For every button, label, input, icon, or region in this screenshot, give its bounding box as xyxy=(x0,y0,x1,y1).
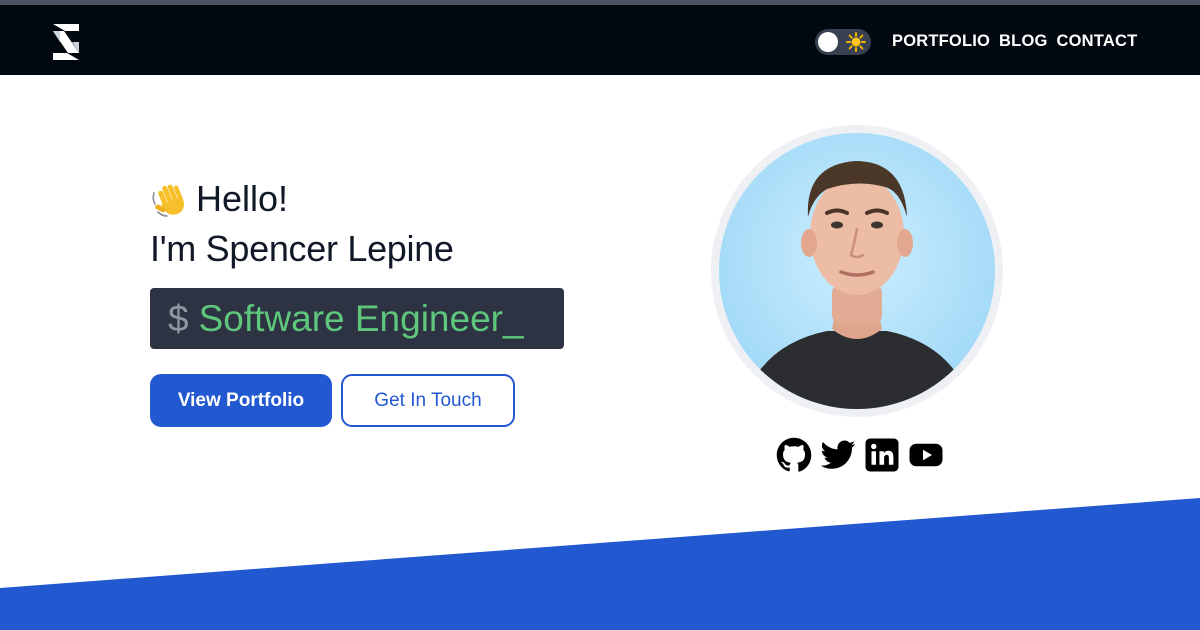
logo-icon xyxy=(53,24,79,60)
youtube-link[interactable] xyxy=(908,437,944,473)
terminal-box: $ Software Engineer_ xyxy=(150,288,564,349)
navbar: PORTFOLIO BLOG CONTACT xyxy=(0,5,1200,75)
blue-wave-band xyxy=(0,498,1200,630)
hero-section: Hello! I'm Spencer Lepine $ Software Eng… xyxy=(0,75,1200,630)
nav-links: PORTFOLIO BLOG CONTACT xyxy=(892,32,1137,51)
greeting-text: Hello! xyxy=(196,178,289,219)
terminal-prompt: $ xyxy=(168,297,189,339)
nav-link-portfolio[interactable]: PORTFOLIO xyxy=(892,32,990,51)
toggle-knob xyxy=(818,32,838,52)
site-logo[interactable] xyxy=(48,22,84,62)
avatar-ring xyxy=(711,125,1003,417)
github-icon xyxy=(776,437,812,472)
avatar xyxy=(719,133,995,409)
nav-link-contact[interactable]: CONTACT xyxy=(1057,32,1138,51)
get-in-touch-button[interactable]: Get In Touch xyxy=(341,374,515,427)
theme-toggle[interactable] xyxy=(815,29,871,55)
waving-hand-icon xyxy=(152,184,184,217)
sun-icon xyxy=(846,32,866,52)
youtube-icon xyxy=(909,443,943,467)
social-links xyxy=(776,437,944,473)
linkedin-icon xyxy=(865,438,899,472)
hero-greeting: Hello! xyxy=(150,178,289,219)
github-link[interactable] xyxy=(776,437,812,473)
view-portfolio-button[interactable]: View Portfolio xyxy=(150,374,332,427)
linkedin-link[interactable] xyxy=(864,437,900,473)
profile-photo xyxy=(719,133,995,409)
terminal-role-text: Software Engineer_ xyxy=(198,297,524,339)
twitter-icon xyxy=(820,440,856,469)
hero-name: I'm Spencer Lepine xyxy=(150,228,454,269)
twitter-link[interactable] xyxy=(820,437,856,473)
nav-link-blog[interactable]: BLOG xyxy=(999,32,1047,51)
